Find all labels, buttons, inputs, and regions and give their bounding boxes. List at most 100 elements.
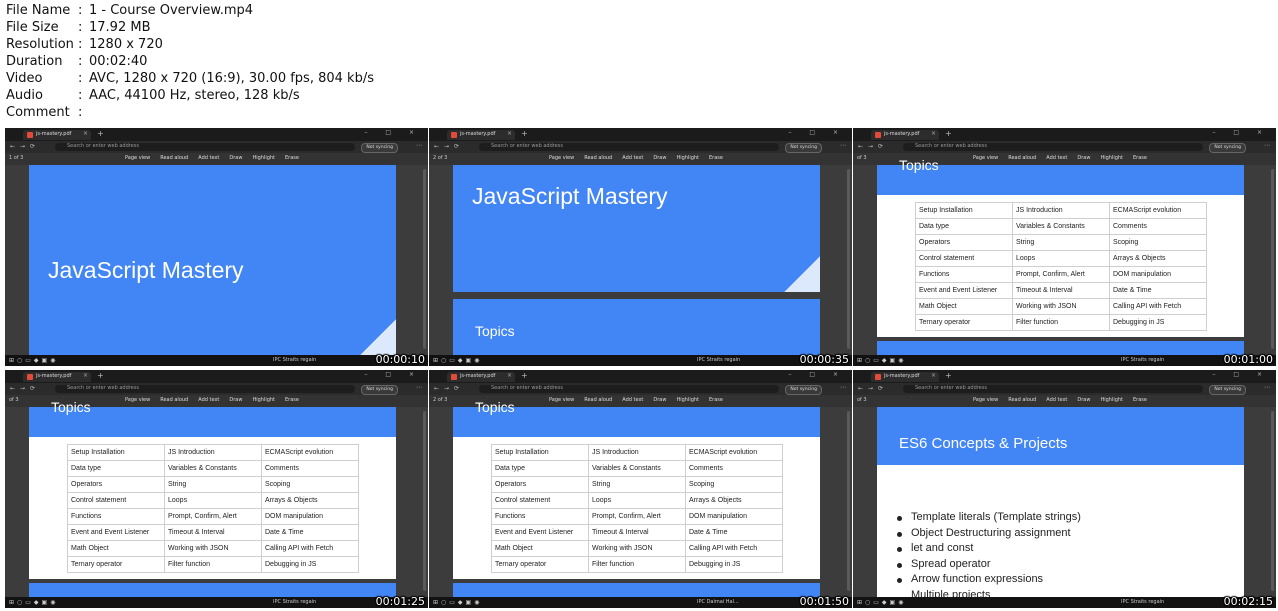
sync-button[interactable]: Not syncing: [785, 143, 822, 153]
new-tab-icon[interactable]: +: [97, 129, 104, 139]
page-indicator: 2 of 3: [433, 155, 448, 161]
video-thumbnail[interactable]: js-mastery.pdf × + – □ × ←→⟳ Search or en…: [853, 370, 1276, 608]
timestamp: 00:01:00: [1223, 353, 1273, 366]
taskbar: ⊞○▭◆▣◉ IPC Straits regain 00:01:25: [5, 595, 428, 608]
menu-icon[interactable]: ⋯: [416, 142, 422, 149]
pdf-tools[interactable]: Page view Read aloud Add text Draw Highlight…: [973, 397, 1157, 403]
nav-icons[interactable]: ←→⟳: [10, 385, 40, 392]
table-cell: Scoping: [1109, 234, 1207, 251]
nav-icons[interactable]: ←→⟳: [10, 143, 40, 150]
nav-icons[interactable]: ←→⟳: [858, 385, 888, 392]
table-cell: String: [164, 476, 262, 493]
taskbar-icons[interactable]: ⊞○▭◆▣◉: [433, 357, 482, 364]
browser-tab[interactable]: js-mastery.pdf ×: [23, 372, 91, 382]
window-controls[interactable]: – □ ×: [364, 371, 422, 378]
table-row: Functions Prompt, Confirm, Alert DOM manip…: [67, 508, 359, 525]
browser-tab[interactable]: js-mastery.pdf ×: [871, 372, 939, 382]
video-thumbnail[interactable]: js-mastery.pdf × + – □ × ←→⟳ Search or en…: [429, 370, 852, 608]
url-input[interactable]: Search or enter web address: [903, 143, 1203, 151]
nav-icons[interactable]: ←→⟳: [434, 385, 464, 392]
scrollbar[interactable]: [1271, 169, 1274, 349]
table-cell: Operators: [67, 476, 165, 493]
browser-tab[interactable]: js-mastery.pdf ×: [447, 130, 515, 140]
new-tab-icon[interactable]: +: [945, 129, 952, 139]
browser-tab-bar: js-mastery.pdf × + – □ ×: [429, 128, 852, 141]
window-controls[interactable]: – □ ×: [1212, 129, 1270, 136]
close-icon[interactable]: ×: [507, 372, 512, 379]
new-tab-icon[interactable]: +: [521, 129, 528, 139]
scrollbar[interactable]: [847, 169, 850, 349]
taskbar-icons[interactable]: ⊞○▭◆▣◉: [9, 599, 58, 606]
table-cell: Loops: [1012, 250, 1110, 267]
new-tab-icon[interactable]: +: [521, 371, 528, 381]
meta-value: 1280 x 720: [89, 37, 163, 52]
taskbar-icons[interactable]: ⊞○▭◆▣◉: [857, 357, 906, 364]
slide-title: JavaScript Mastery: [472, 183, 668, 209]
table-cell: Ternary operator: [67, 556, 165, 573]
sync-button[interactable]: Not syncing: [1209, 143, 1246, 153]
scrollbar[interactable]: [1271, 411, 1274, 591]
window-controls[interactable]: – □ ×: [788, 371, 846, 378]
table-cell: Operators: [915, 234, 1013, 251]
meta-row: File Size:17.92 MB: [6, 20, 151, 35]
close-icon[interactable]: ×: [83, 372, 88, 379]
window-controls[interactable]: – □ ×: [1212, 371, 1270, 378]
video-thumbnail[interactable]: js-mastery.pdf × + – □ × ←→⟳ Search or en…: [853, 128, 1276, 366]
scrollbar[interactable]: [847, 411, 850, 591]
pdf-tools[interactable]: Page view Read aloud Add text Draw Highlight…: [973, 155, 1157, 161]
menu-icon[interactable]: ⋯: [1264, 384, 1270, 391]
new-tab-icon[interactable]: +: [945, 371, 952, 381]
table-cell: Working with JSON: [164, 540, 262, 557]
menu-icon[interactable]: ⋯: [840, 142, 846, 149]
menu-icon[interactable]: ⋯: [1264, 142, 1270, 149]
table-cell: Working with JSON: [1012, 298, 1110, 315]
table-cell: Date & Time: [1109, 282, 1207, 299]
topics-slide: Topics: [453, 299, 820, 355]
page-indicator: 1 of 3: [9, 155, 24, 161]
table-cell: JS Introduction: [1012, 202, 1110, 219]
browser-tab[interactable]: js-mastery.pdf ×: [871, 130, 939, 140]
weather-widget: IPC Straits regain: [1121, 599, 1165, 605]
window-controls[interactable]: – □ ×: [364, 129, 422, 136]
menu-icon[interactable]: ⋯: [416, 384, 422, 391]
taskbar-icons[interactable]: ⊞○▭◆▣◉: [857, 599, 906, 606]
browser-tab[interactable]: js-mastery.pdf ×: [447, 372, 515, 382]
url-input[interactable]: Search or enter web address: [479, 143, 779, 151]
sync-button[interactable]: Not syncing: [361, 385, 398, 395]
sync-button[interactable]: Not syncing: [785, 385, 822, 395]
browser-tab[interactable]: js-mastery.pdf ×: [23, 130, 91, 140]
sync-button[interactable]: Not syncing: [1209, 385, 1246, 395]
pdf-tools[interactable]: Page view Read aloud Add text Draw Highlight…: [125, 397, 309, 403]
url-input[interactable]: Search or enter web address: [903, 385, 1203, 393]
scrollbar[interactable]: [423, 411, 426, 591]
url-input[interactable]: Search or enter web address: [479, 385, 779, 393]
video-thumbnail[interactable]: js-mastery.pdf × + – □ × ←→⟳ Search or en…: [429, 128, 852, 366]
url-input[interactable]: Search or enter web address: [55, 385, 355, 393]
pdf-tools[interactable]: Page view Read aloud Add text Draw Highlight…: [125, 155, 309, 161]
window-controls[interactable]: – □ ×: [788, 129, 846, 136]
scrollbar[interactable]: [423, 169, 426, 349]
sync-button[interactable]: Not syncing: [361, 143, 398, 153]
table-cell: Arrays & Objects: [685, 492, 783, 509]
nav-icons[interactable]: ←→⟳: [858, 143, 888, 150]
close-icon[interactable]: ×: [83, 130, 88, 137]
topics-table: Setup Installation JS Introduction ECMAScr…: [491, 444, 783, 573]
address-bar: ←→⟳ Search or enter web address Not sync…: [853, 383, 1276, 395]
close-icon[interactable]: ×: [931, 372, 936, 379]
pdf-tools[interactable]: Page view Read aloud Add text Draw Highlight…: [549, 397, 733, 403]
menu-icon[interactable]: ⋯: [840, 384, 846, 391]
table-cell: ECMAScript evolution: [1109, 202, 1207, 219]
close-icon[interactable]: ×: [507, 130, 512, 137]
pdf-tools[interactable]: Page view Read aloud Add text Draw Highlight…: [549, 155, 733, 161]
video-thumbnail[interactable]: js-mastery.pdf × + – □ × ←→⟳ Search or en…: [5, 370, 428, 608]
weather-widget: IPC Straits regain: [273, 357, 317, 363]
nav-icons[interactable]: ←→⟳: [434, 143, 464, 150]
new-tab-icon[interactable]: +: [97, 371, 104, 381]
close-icon[interactable]: ×: [931, 130, 936, 137]
taskbar-icons[interactable]: ⊞○▭◆▣◉: [9, 357, 58, 364]
url-input[interactable]: Search or enter web address: [55, 143, 355, 151]
slide-corner: [360, 319, 396, 355]
video-thumbnail[interactable]: js-mastery.pdf × + – □ × ←→⟳ Search or en…: [5, 128, 428, 366]
topics-body: Setup Installation JS Introduction ECMAScr…: [453, 437, 820, 579]
taskbar-icons[interactable]: ⊞○▭◆▣◉: [433, 599, 482, 606]
